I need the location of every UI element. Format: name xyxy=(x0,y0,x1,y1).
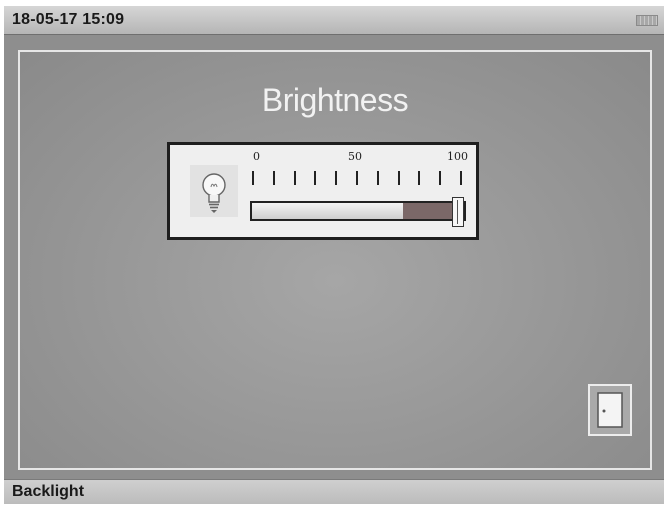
status-bar: 18-05-17 15:09 xyxy=(4,6,664,35)
datetime-display: 18-05-17 15:09 xyxy=(12,11,125,28)
brightness-control-inner: 0 50 100 xyxy=(170,145,476,237)
battery-icon xyxy=(636,15,658,26)
light-bulb-icon xyxy=(190,165,238,217)
brightness-slider[interactable] xyxy=(250,197,466,227)
scale-label-min: 0 xyxy=(253,150,260,163)
slider-handle[interactable] xyxy=(452,197,464,227)
scale-tick xyxy=(335,171,338,185)
exit-button[interactable] xyxy=(588,384,632,436)
scale-tick xyxy=(272,171,275,185)
device-screen: 18-05-17 15:09 Brightness 0 50 100 Backl… xyxy=(4,6,664,504)
screen-name: Backlight xyxy=(12,483,85,500)
scale-tick xyxy=(314,171,317,185)
scale-tick xyxy=(397,171,400,185)
scale-tick xyxy=(252,171,254,185)
footer-bar: Backlight xyxy=(4,479,664,504)
door-icon xyxy=(597,392,623,428)
scale-tick xyxy=(293,171,296,185)
scale-tick xyxy=(439,171,442,185)
slider-fill xyxy=(252,203,403,219)
scale-tick xyxy=(356,171,358,185)
scale-tick xyxy=(376,171,379,185)
scale-tick xyxy=(418,171,421,185)
scale-label-mid: 50 xyxy=(348,150,362,163)
brightness-control: 0 50 100 xyxy=(167,142,479,240)
scale-tick xyxy=(460,171,462,185)
page-title: Brightness xyxy=(261,82,409,118)
scale-label-max: 100 xyxy=(447,150,468,163)
brightness-panel: Brightness 0 50 100 xyxy=(18,50,652,470)
